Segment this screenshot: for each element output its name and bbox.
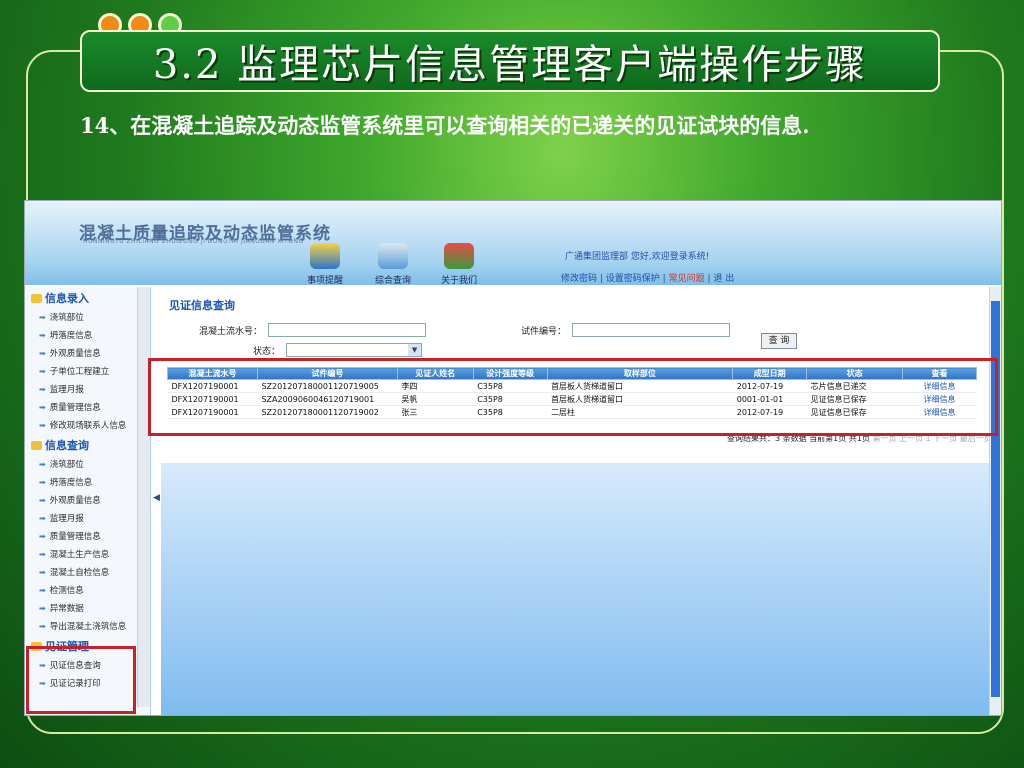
- sidebar-scrollbar[interactable]: [137, 287, 150, 707]
- flow-number-row: 混凝土流水号：: [199, 323, 427, 337]
- magnifier-icon: [378, 243, 408, 269]
- sidebar-item[interactable]: ➡ 监理月报: [25, 380, 150, 398]
- arrow-right-icon: ➡: [39, 330, 46, 340]
- people-icon: [444, 243, 474, 269]
- app-header: 混凝土质量追踪及动态监管系统 HUNNINGTU ZHILIANG ZHUIZO…: [25, 201, 1001, 286]
- sidebar-item[interactable]: ➡ 监理月报: [25, 509, 150, 527]
- arrow-right-icon: ➡: [39, 603, 46, 613]
- sidebar-item[interactable]: ➡ 子单位工程建立: [25, 362, 150, 380]
- sidebar-item[interactable]: ➡ 坍落度信息: [25, 473, 150, 491]
- password-protect-link[interactable]: 设置密码保护: [606, 274, 660, 284]
- table-highlight-box: [148, 358, 998, 436]
- arrow-right-icon: ➡: [39, 312, 46, 322]
- nav-label: 关于我们: [440, 276, 477, 286]
- flow-number-label: 混凝土流水号：: [199, 326, 263, 337]
- welcome-text: 广通集团监理部 您好,欢迎登录系统!: [565, 252, 710, 262]
- status-label: 状态：: [253, 346, 281, 357]
- panel-title: 见证信息查询: [169, 299, 235, 312]
- arrow-right-icon: ➡: [39, 459, 46, 469]
- nav-reminder-button[interactable]: 事项提醒: [295, 243, 355, 286]
- main-panel: 见证信息查询 混凝土流水号： 试件编号： 状态： ▼ 查 询 混凝土流水号 试件…: [167, 287, 993, 715]
- user-links: 修改密码 | 设置密码保护 | 常见问题 | 退 出: [561, 274, 735, 284]
- collapse-sidebar-icon[interactable]: ◀: [153, 493, 160, 503]
- sidebar-section-query[interactable]: 信息查询: [25, 434, 150, 455]
- sidebar-item[interactable]: ➡ 检测信息: [25, 581, 150, 599]
- sidebar-item[interactable]: ➡ 外观质量信息: [25, 491, 150, 509]
- menu-highlight-box: [26, 646, 136, 714]
- step-description: 14、在混凝土追踪及动态监管系统里可以查询相关的已递关的见证试块的信息.: [80, 113, 810, 138]
- status-row: 状态： ▼: [253, 343, 423, 357]
- nav-label: 综合查询: [374, 276, 411, 286]
- arrow-right-icon: ➡: [39, 420, 46, 430]
- arrow-right-icon: ➡: [39, 402, 46, 412]
- arrow-right-icon: ➡: [39, 567, 46, 577]
- folder-icon: [31, 440, 42, 450]
- faq-link[interactable]: 常见问题: [669, 274, 705, 284]
- sidebar-item[interactable]: ➡ 外观质量信息: [25, 344, 150, 362]
- status-select[interactable]: ▼: [286, 343, 423, 357]
- sidebar-item[interactable]: ➡ 坍落度信息: [25, 326, 150, 344]
- arrow-right-icon: ➡: [39, 366, 46, 376]
- sidebar-item[interactable]: ➡ 质量管理信息: [25, 398, 150, 416]
- arrow-right-icon: ➡: [39, 348, 46, 358]
- chevron-down-icon: ▼: [408, 344, 422, 356]
- sidebar-item[interactable]: ➡ 混凝土生产信息: [25, 545, 150, 563]
- arrow-right-icon: ➡: [39, 513, 46, 523]
- arrow-right-icon: ➡: [39, 477, 46, 487]
- folder-icon: [31, 293, 42, 303]
- sidebar-item[interactable]: ➡ 浇筑部位: [25, 455, 150, 473]
- nav-query-button[interactable]: 综合查询: [363, 243, 423, 286]
- sidebar-item[interactable]: ➡ 质量管理信息: [25, 527, 150, 545]
- arrow-right-icon: ➡: [39, 621, 46, 631]
- logout-link[interactable]: 退 出: [713, 274, 734, 284]
- query-button[interactable]: 查 询: [761, 333, 797, 349]
- bell-icon: [310, 243, 340, 269]
- arrow-right-icon: ➡: [39, 531, 46, 541]
- arrow-right-icon: ➡: [39, 585, 46, 595]
- sidebar-item[interactable]: ➡ 异常数据: [25, 599, 150, 617]
- sidebar-item[interactable]: ➡ 修改现场联系人信息: [25, 416, 150, 434]
- main-scrollbar[interactable]: [989, 287, 1001, 715]
- sidebar-item[interactable]: ➡ 混凝土自检信息: [25, 563, 150, 581]
- arrow-right-icon: ➡: [39, 384, 46, 394]
- arrow-right-icon: ➡: [39, 495, 46, 505]
- specimen-number-row: 试件编号：: [521, 323, 731, 337]
- specimen-number-label: 试件编号：: [521, 326, 567, 337]
- app-screenshot: 混凝土质量追踪及动态监管系统 HUNNINGTU ZHILIANG ZHUIZO…: [24, 200, 1002, 716]
- slide-title: 3.2 监理芯片信息管理客户端操作步骤: [152, 42, 868, 88]
- slide-title-box: 3.2 监理芯片信息管理客户端操作步骤: [80, 30, 940, 92]
- flow-number-input[interactable]: [268, 323, 427, 337]
- sidebar-item[interactable]: ➡ 导出混凝土浇筑信息: [25, 617, 150, 635]
- app-logo-subtitle: HUNNINGTU ZHILIANG ZHUIZONG JI DONGTAI J…: [83, 238, 304, 245]
- sidebar-item[interactable]: ➡ 浇筑部位: [25, 308, 150, 326]
- arrow-right-icon: ➡: [39, 549, 46, 559]
- nav-label: 事项提醒: [306, 276, 343, 286]
- specimen-number-input[interactable]: [572, 323, 731, 337]
- nav-about-button[interactable]: 关于我们: [429, 243, 489, 286]
- sidebar-section-entry[interactable]: 信息录入: [25, 287, 150, 308]
- change-password-link[interactable]: 修改密码: [561, 274, 597, 284]
